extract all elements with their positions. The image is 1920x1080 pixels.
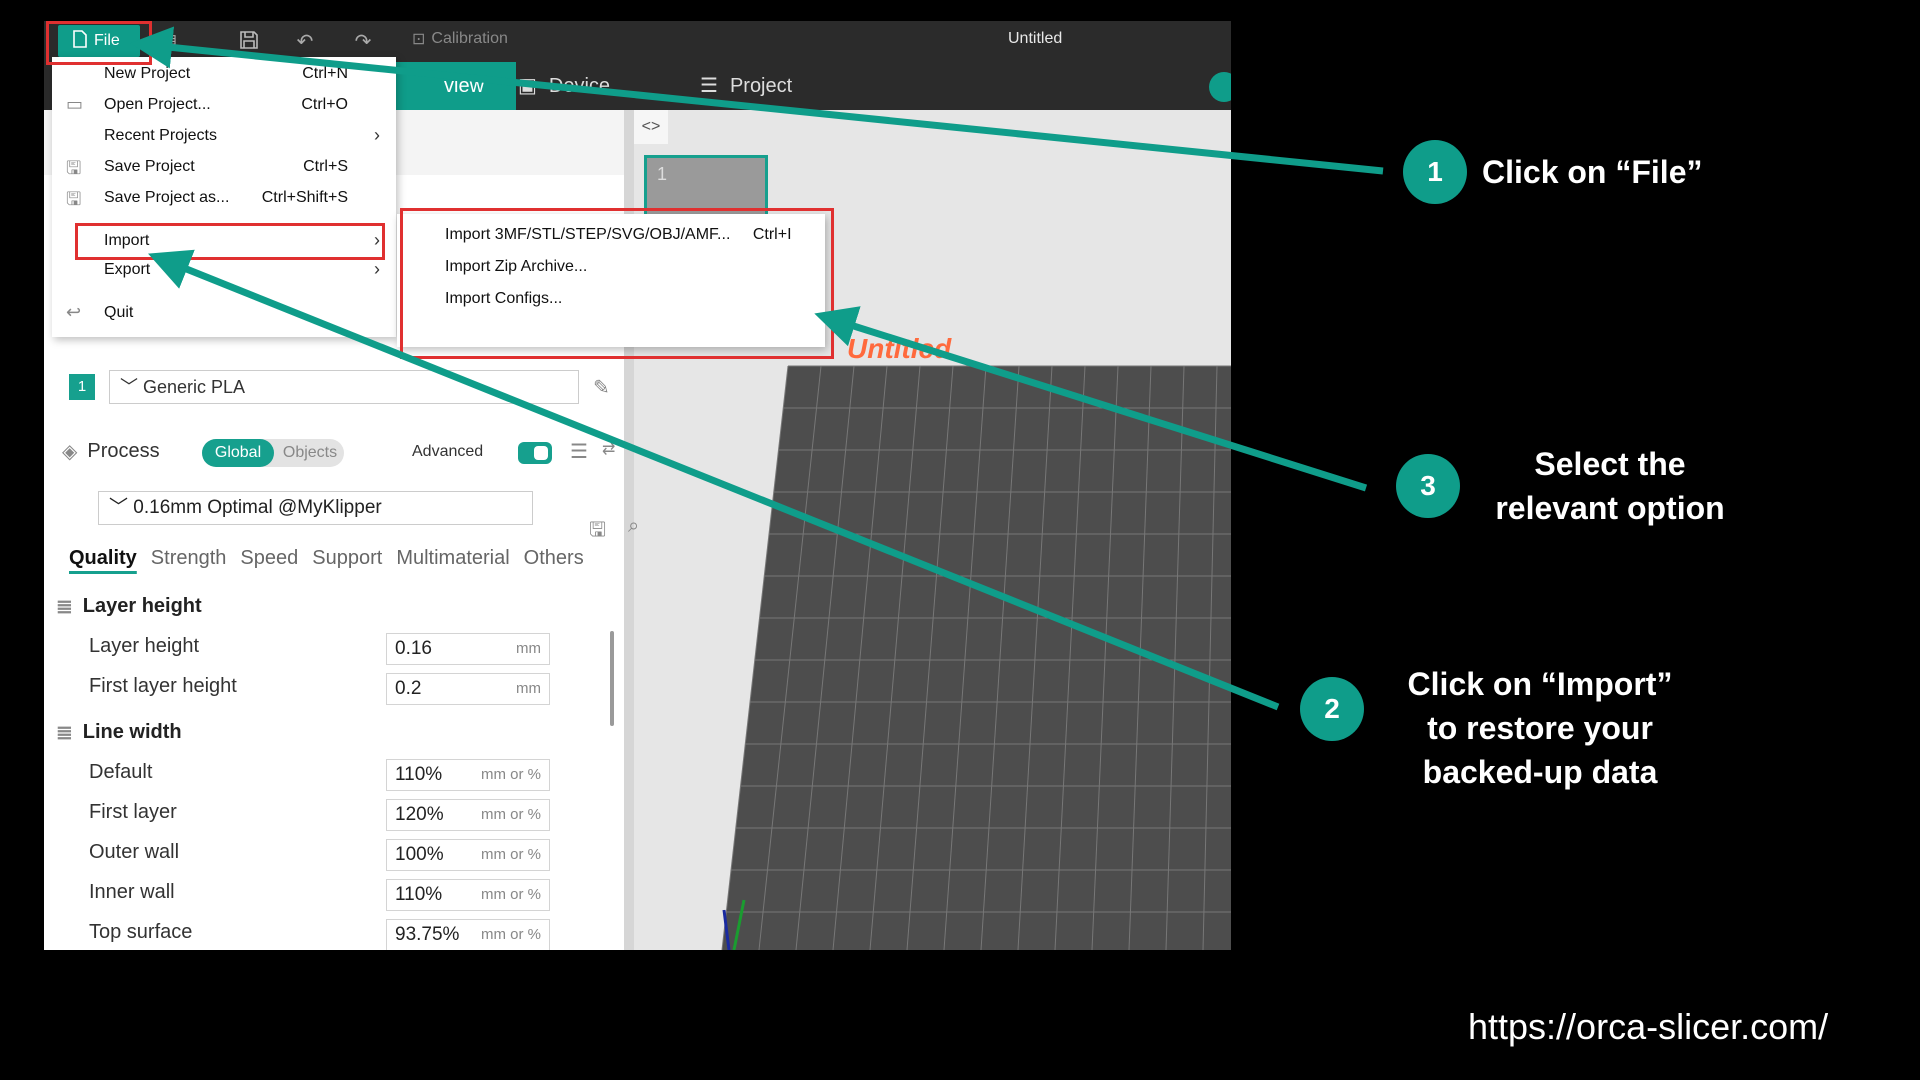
step-3-line-1: Select the (1534, 446, 1686, 482)
step-1-text: Click on “File” (1482, 154, 1703, 190)
step-3-badge: 3 (1396, 454, 1460, 518)
website-url: https://orca-slicer.com/ (1468, 1006, 1829, 1047)
step-2-line-2: to restore your (1427, 710, 1653, 746)
step-3-line-2: relevant option (1495, 490, 1725, 526)
step-3-text: Select the relevant option (1470, 442, 1750, 530)
step-2-line-3: backed-up data (1422, 754, 1658, 790)
step-1-badge: 1 (1403, 140, 1467, 204)
step-2-badge: 2 (1300, 677, 1364, 741)
step-2-line-1: Click on “Import” (1407, 666, 1673, 702)
step-2-text: Click on “Import” to restore your backed… (1390, 662, 1690, 794)
